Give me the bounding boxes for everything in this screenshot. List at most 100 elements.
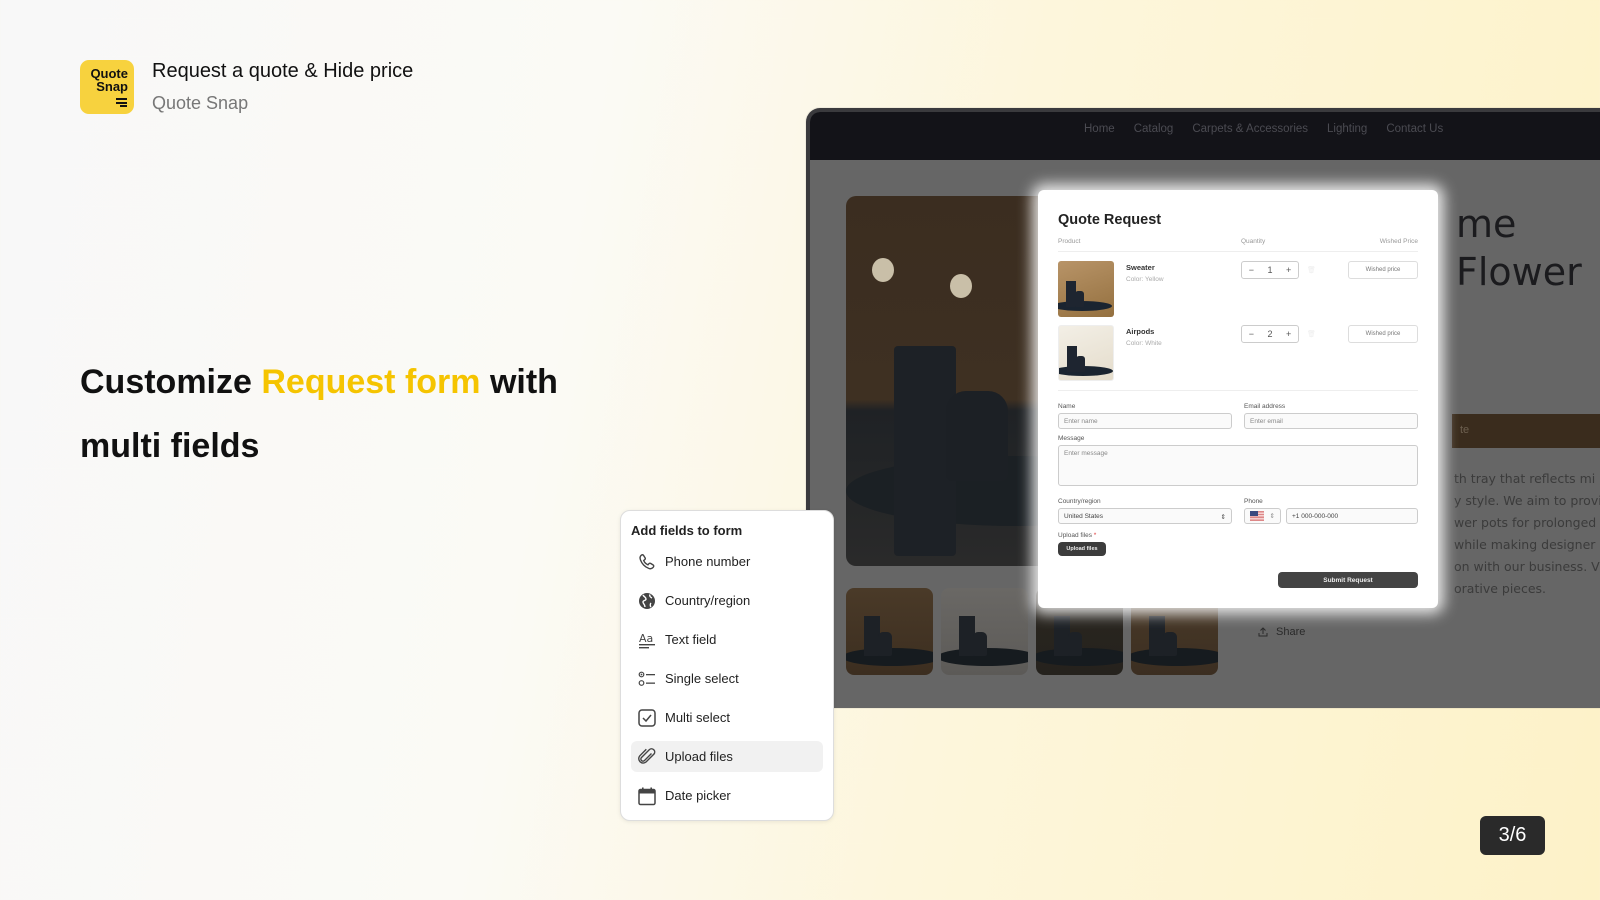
description-line: wer pots for prolonged <box>1454 515 1597 530</box>
rose-shape <box>872 258 894 282</box>
phone-label: Phone <box>1244 498 1263 505</box>
quote-item-row: Sweater Color: Yellow − 1 + 🗑 Wished pri… <box>1058 261 1418 317</box>
field-option-phone[interactable]: Phone number <box>631 546 823 577</box>
headline-part1: Customize <box>80 363 262 401</box>
column-wished-price: Wished Price <box>1379 238 1418 245</box>
share-icon <box>1258 627 1268 637</box>
product-thumbnail <box>1058 325 1114 381</box>
email-label: Email address <box>1244 403 1286 410</box>
app-developer: Quote Snap <box>152 93 249 113</box>
field-option-label: Country/region <box>665 593 751 608</box>
item-variant: Color: White <box>1126 340 1162 347</box>
us-flag-icon <box>1250 511 1264 521</box>
product-title-line1: me <box>1456 202 1517 246</box>
plus-icon[interactable]: + <box>1286 265 1291 275</box>
wished-price-input[interactable]: Wished price <box>1348 261 1418 279</box>
quote-request-dialog: Quote Request Product Quantity Wished Pr… <box>1038 190 1438 608</box>
email-input[interactable]: Enter email <box>1244 413 1418 429</box>
logo-lines-icon <box>116 97 127 107</box>
plus-icon[interactable]: + <box>1286 329 1291 339</box>
single-select-icon <box>638 671 655 686</box>
field-option-label: Multi select <box>665 710 731 725</box>
slide-counter: 3/6 <box>1480 816 1545 855</box>
quantity-stepper[interactable]: − 2 + <box>1241 325 1299 343</box>
field-option-date[interactable]: Date picker <box>631 780 823 811</box>
upload-label: Upload files <box>1058 532 1092 539</box>
checkbox-icon <box>638 708 656 727</box>
phone-input[interactable]: +1 000-000-000 <box>1286 508 1418 524</box>
calendar-icon <box>638 787 656 805</box>
name-input[interactable]: Enter name <box>1058 413 1232 429</box>
minus-icon[interactable]: − <box>1249 265 1254 275</box>
nav-carpets[interactable]: Carpets & Accessories <box>1192 123 1308 160</box>
buy-button-label: te <box>1460 424 1470 436</box>
thumbnail[interactable] <box>846 588 933 675</box>
quote-item-row: Airpods Color: White − 2 + 🗑 Wished pric… <box>1058 325 1418 381</box>
submit-request-button[interactable]: Submit Request <box>1278 572 1418 588</box>
nav-home[interactable]: Home <box>1084 123 1115 160</box>
field-option-label: Date picker <box>665 788 731 803</box>
field-option-country[interactable]: Country/region <box>631 585 823 616</box>
quantity-stepper[interactable]: − 1 + <box>1241 261 1299 279</box>
item-name: Sweater <box>1126 263 1155 272</box>
quote-title: Quote Request <box>1058 212 1162 228</box>
logo-text-line2: Snap <box>96 79 128 94</box>
add-fields-title: Add fields to form <box>631 523 743 538</box>
thumbnail[interactable] <box>941 588 1028 675</box>
message-textarea[interactable]: Enter message <box>1058 445 1418 486</box>
required-marker: * <box>1093 532 1097 539</box>
item-name: Airpods <box>1126 327 1155 336</box>
store-nav: Home Catalog Carpets & Accessories Light… <box>810 112 1600 160</box>
field-option-label: Single select <box>665 671 739 686</box>
divider <box>1058 390 1418 391</box>
select-arrows-icon: ⇕ <box>1220 514 1226 521</box>
wished-price-input[interactable]: Wished price <box>1348 325 1418 343</box>
country-label: Country/region <box>1058 498 1101 505</box>
field-option-single-select[interactable]: Single select <box>631 663 823 694</box>
rose-shape <box>950 274 972 298</box>
trash-icon[interactable]: 🗑 <box>1307 330 1319 380</box>
text-field-icon: Aa <box>639 632 655 648</box>
message-label: Message <box>1058 435 1085 442</box>
field-option-multi-select[interactable]: Multi select <box>631 702 823 733</box>
phone-country-select[interactable]: ⇕ <box>1244 508 1281 524</box>
product-title-line2: Flower <box>1456 250 1582 294</box>
vase-shape <box>946 391 1008 481</box>
product-description: th tray that reflects mi y style. We aim… <box>1454 468 1600 600</box>
name-label: Name <box>1058 403 1076 410</box>
field-option-text[interactable]: Aa Text field <box>631 624 823 655</box>
nav-lighting[interactable]: Lighting <box>1327 123 1367 160</box>
column-product: Product <box>1058 238 1081 245</box>
nav-catalog[interactable]: Catalog <box>1134 123 1174 160</box>
field-option-label: Phone number <box>665 554 751 569</box>
share-button[interactable]: Share <box>1258 626 1305 638</box>
country-select[interactable]: United States ⇕ <box>1058 508 1232 524</box>
app-title: Request a quote & Hide price <box>152 60 414 82</box>
description-line: while making designer <box>1454 537 1596 552</box>
buy-button[interactable]: te <box>1452 414 1600 448</box>
quantity-value: 2 <box>1267 329 1273 339</box>
share-label: Share <box>1276 626 1306 638</box>
trash-icon[interactable]: 🗑 <box>1307 266 1319 316</box>
column-quantity: Quantity <box>1241 238 1266 245</box>
nav-contact[interactable]: Contact Us <box>1386 123 1443 160</box>
field-option-upload[interactable]: Upload files <box>631 741 823 772</box>
select-arrows-icon: ⇕ <box>1269 513 1275 520</box>
headline-highlight: Request form <box>261 363 481 401</box>
field-option-label: Text field <box>665 632 717 647</box>
minus-icon[interactable]: − <box>1249 329 1254 339</box>
upload-files-button[interactable]: Upload files <box>1058 542 1106 556</box>
description-line: orative pieces. <box>1454 581 1547 596</box>
phone-icon <box>639 553 655 569</box>
description-line: y style. We aim to provi <box>1454 493 1600 508</box>
product-title: me Flower <box>1456 200 1582 296</box>
quantity-value: 1 <box>1267 265 1273 275</box>
country-value: United States <box>1064 513 1104 520</box>
svg-text:Aa: Aa <box>639 632 653 645</box>
description-line: on with our business. V <box>1454 559 1600 574</box>
paperclip-icon <box>638 747 656 764</box>
quote-table-header: Product Quantity Wished Price <box>1058 238 1418 252</box>
globe-icon <box>639 592 655 609</box>
field-option-label: Upload files <box>665 749 733 764</box>
item-variant: Color: Yellow <box>1126 276 1164 283</box>
